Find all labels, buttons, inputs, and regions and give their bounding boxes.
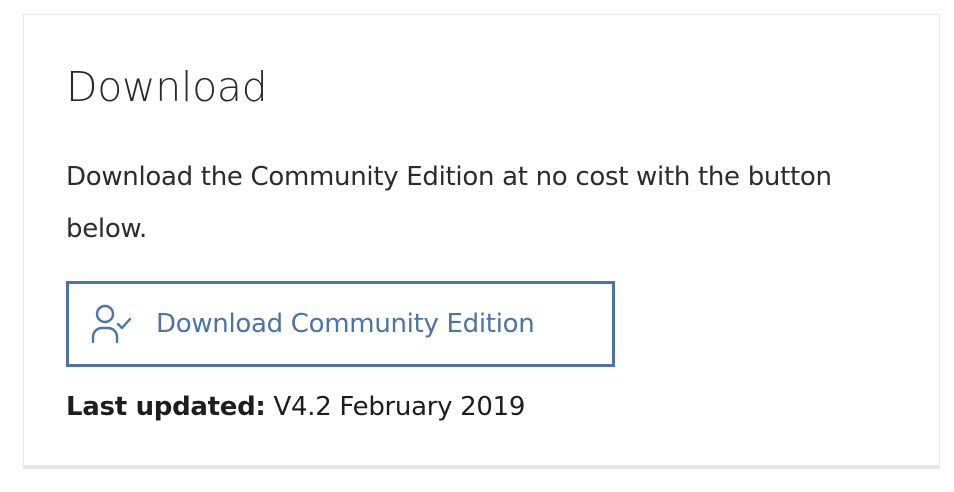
download-button-label: Download Community Edition: [156, 309, 535, 339]
download-community-edition-button[interactable]: Download Community Edition: [66, 281, 615, 367]
user-check-icon: [90, 302, 134, 346]
last-updated-line: Last updated: V4.2 February 2019: [66, 387, 525, 427]
last-updated-key: Last updated:: [66, 392, 266, 422]
download-card: Download Download the Community Edition …: [23, 14, 940, 469]
card-description: Download the Community Edition at no cos…: [66, 162, 832, 244]
card-title: Download: [66, 63, 268, 111]
last-updated-value: V4.2 February 2019: [273, 392, 526, 422]
